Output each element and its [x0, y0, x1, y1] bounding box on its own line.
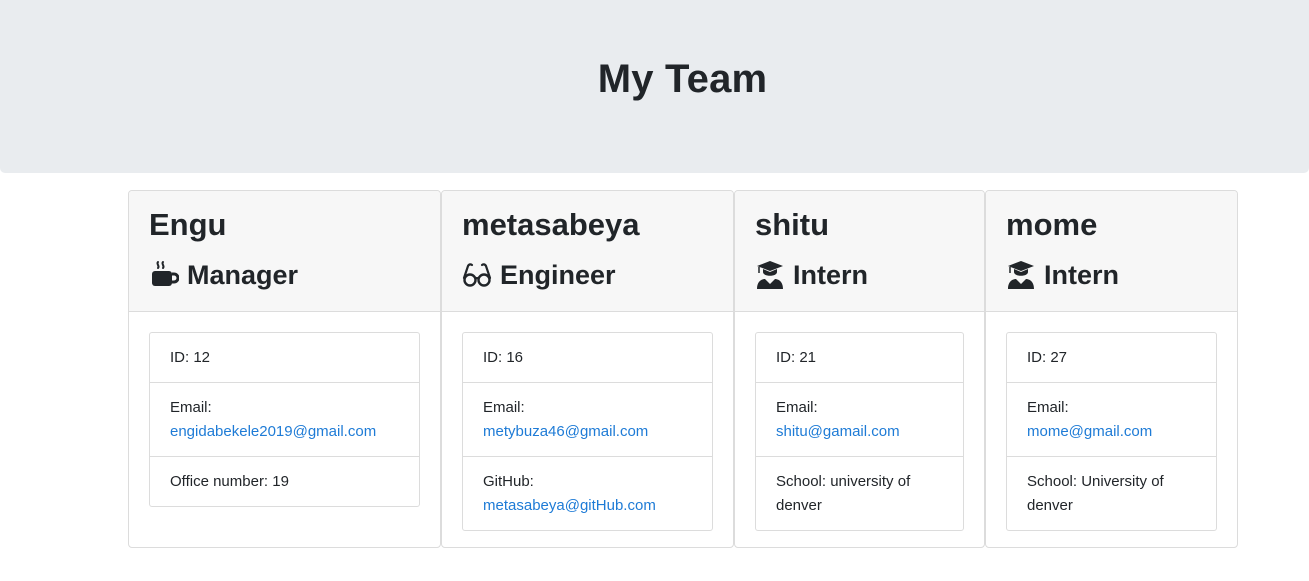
employee-card-intern: shitu Intern ID: 21 Email: shitu@gamail.… [734, 190, 985, 548]
employee-name: metasabeya [462, 207, 640, 242]
card-header: mome Intern [986, 191, 1237, 312]
card-body: ID: 27 Email: mome@gmail.com School: Uni… [986, 312, 1237, 547]
github-item: GitHub: metasabeya@gitHub.com [463, 457, 712, 530]
email-item: Email: metybuza46@gmail.com [463, 383, 712, 457]
email-item: Email: mome@gmail.com [1007, 383, 1216, 457]
email-label: Email: [483, 399, 525, 416]
email-link[interactable]: metybuza46@gmail.com [483, 423, 648, 440]
employee-name: mome [1006, 207, 1098, 242]
employee-card-intern: mome Intern ID: 27 Email: mome@gmail.com… [985, 190, 1238, 548]
role-label: Intern [793, 260, 869, 290]
email-link[interactable]: shitu@gamail.com [776, 423, 900, 440]
info-list: ID: 16 Email: metybuza46@gmail.com GitHu… [462, 332, 713, 531]
email-item: Email: engidabekele2019@gmail.com [150, 383, 419, 457]
info-list: ID: 27 Email: mome@gmail.com School: Uni… [1006, 332, 1217, 531]
card-header: Engu Manager [129, 191, 440, 312]
email-label: Email: [1027, 399, 1069, 416]
graduate-icon [1006, 260, 1036, 290]
employee-name: Engu [149, 207, 227, 242]
card-header: metasabeya Engineer [442, 191, 733, 312]
coffee-icon [149, 260, 179, 290]
id-item: ID: 27 [1007, 333, 1216, 383]
employee-role: Engineer [462, 258, 713, 292]
card-header: shitu Intern [735, 191, 984, 312]
graduate-icon [755, 260, 785, 290]
info-list: ID: 21 Email: shitu@gamail.com School: u… [755, 332, 964, 531]
school-item: School: University of denver [1027, 473, 1164, 514]
employee-card-engineer: metasabeya Engineer ID: 16 Email: metybu… [441, 190, 734, 548]
email-label: Email: [170, 399, 212, 416]
github-label: GitHub: [483, 473, 534, 490]
employee-name: shitu [755, 207, 830, 242]
header-banner: My Team [0, 0, 1309, 173]
email-link[interactable]: mome@gmail.com [1027, 423, 1152, 440]
github-link[interactable]: metasabeya@gitHub.com [483, 497, 656, 514]
employee-role: Intern [755, 258, 964, 292]
school-item: School: university of denver [776, 473, 911, 514]
office-number-item: Office number: 19 [170, 473, 289, 490]
card-body: ID: 12 Email: engidabekele2019@gmail.com… [129, 312, 440, 527]
card-body: ID: 21 Email: shitu@gamail.com School: u… [735, 312, 984, 547]
employee-card-manager: Engu Manager ID: 12 Email: engidabekele2… [128, 190, 441, 548]
info-list: ID: 12 Email: engidabekele2019@gmail.com… [149, 332, 420, 507]
email-label: Email: [776, 399, 818, 416]
id-item: ID: 21 [756, 333, 963, 383]
employee-role: Intern [1006, 258, 1217, 292]
id-item: ID: 16 [463, 333, 712, 383]
role-label: Manager [187, 260, 299, 290]
email-item: Email: shitu@gamail.com [756, 383, 963, 457]
role-label: Engineer [500, 260, 616, 290]
page-title: My Team [597, 57, 768, 101]
role-label: Intern [1044, 260, 1120, 290]
card-body: ID: 16 Email: metybuza46@gmail.com GitHu… [442, 312, 733, 547]
employee-role: Manager [149, 258, 420, 292]
glasses-icon [462, 260, 492, 290]
id-item: ID: 12 [150, 333, 419, 383]
email-link[interactable]: engidabekele2019@gmail.com [170, 423, 376, 440]
